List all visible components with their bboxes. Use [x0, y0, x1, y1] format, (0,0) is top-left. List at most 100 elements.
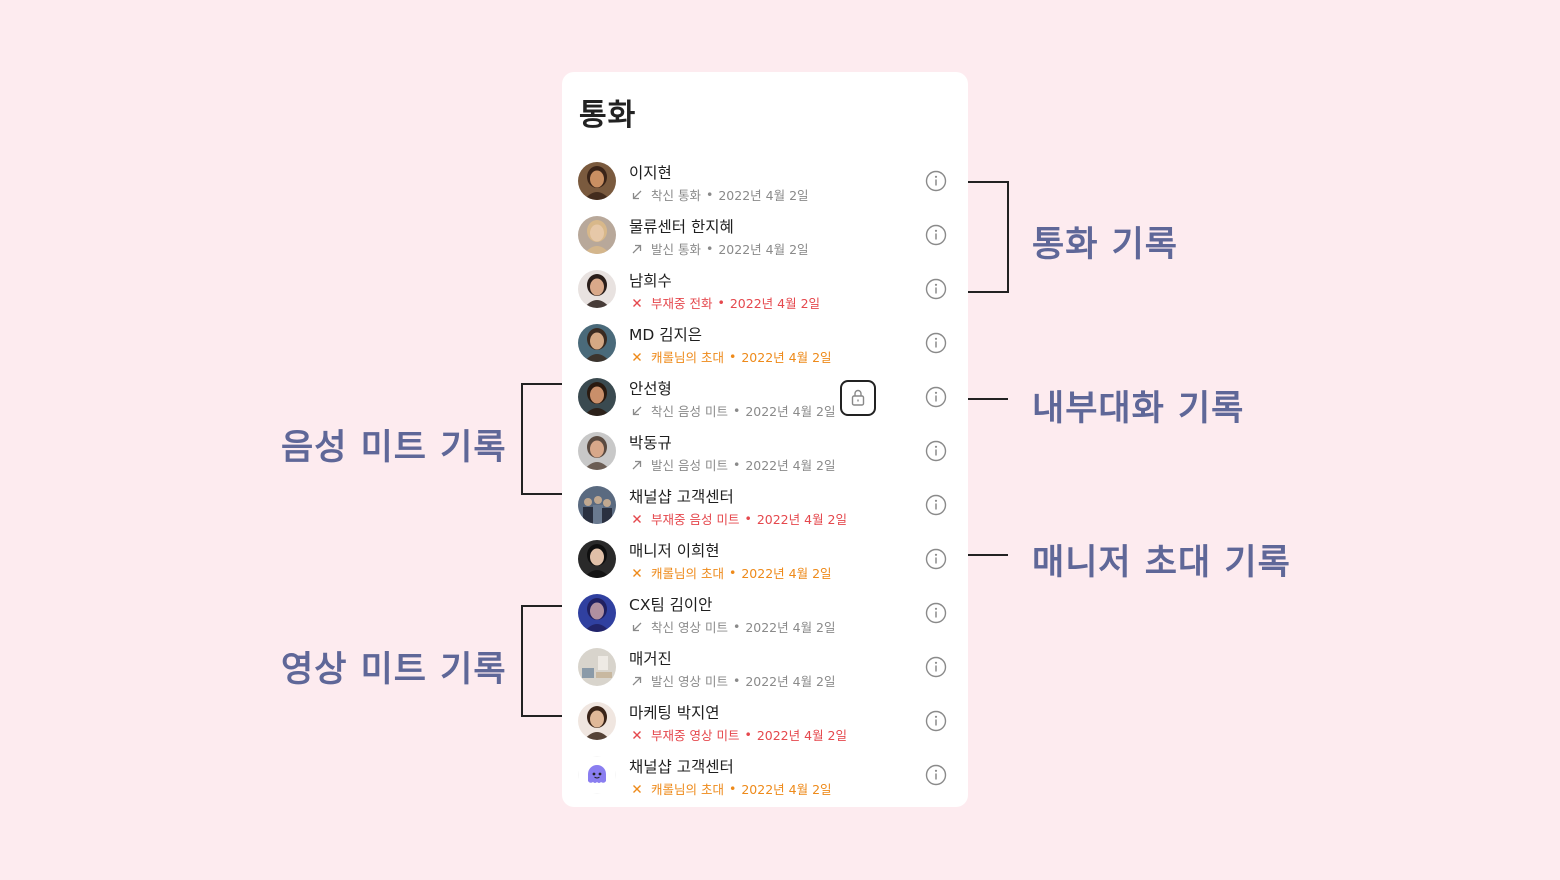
video-meet-bracket [521, 605, 562, 717]
avatar [578, 702, 616, 740]
voice-meet-bracket [521, 383, 562, 495]
arrow-down-left-icon [632, 406, 642, 415]
call-type: 착신 음성 미트 [651, 404, 728, 419]
call-date: 2022년 4월 2일 [745, 404, 836, 419]
info-icon[interactable] [925, 764, 947, 786]
call-meta: 캐롤님의 초대 • 2022년 4월 2일 [631, 347, 832, 366]
video-meet-annotation: 영상 미트 기록 [281, 650, 507, 690]
separator-dot: • [728, 349, 737, 364]
separator-dot: • [744, 727, 752, 742]
x-icon [633, 352, 641, 361]
call-type: 착신 영상 미트 [651, 620, 728, 635]
call-meta: 캐롤님의 초대 • 2022년 4월 2일 [631, 779, 832, 798]
call-meta: 발신 통화 • 2022년 4월 2일 [631, 239, 809, 258]
call-row[interactable]: 마케팅 박지연 부재중 영상 미트 • 2022년 4월 2일 [562, 694, 968, 748]
separator-dot: • [732, 457, 741, 472]
info-icon[interactable] [925, 278, 947, 300]
call-row[interactable]: 물류센터 한지혜 발신 통화 • 2022년 4월 2일 [562, 208, 968, 262]
calls-panel: 통화 이지현 착신 통화 • 2022년 4월 2일 물류센터 한지혜 발신 통… [562, 72, 968, 807]
call-row[interactable]: MD 김지은 캐롤님의 초대 • 2022년 4월 2일 [562, 316, 968, 370]
call-log-annotation: 통화 기록 [1032, 225, 1178, 265]
call-row[interactable]: 남희수 부재중 전화 • 2022년 4월 2일 [562, 262, 968, 316]
caller-name: 채널샵 고객센터 [629, 758, 734, 776]
info-icon[interactable] [925, 170, 947, 192]
separator-dot: • [728, 565, 737, 580]
separator-dot: • [732, 673, 741, 688]
avatar [578, 216, 616, 254]
call-type: 캐롤님의 초대 [651, 566, 724, 581]
arrow-up-right-icon [632, 244, 642, 253]
x-icon [633, 298, 641, 307]
call-type: 캐롤님의 초대 [651, 350, 724, 365]
info-icon[interactable] [925, 548, 947, 570]
info-icon[interactable] [925, 710, 947, 732]
separator-dot: • [732, 619, 741, 634]
call-date: 2022년 4월 2일 [729, 296, 821, 311]
info-icon[interactable] [925, 386, 947, 408]
call-meta: 착신 영상 미트 • 2022년 4월 2일 [631, 617, 836, 636]
arrow-up-right-icon [632, 460, 642, 469]
separator-dot: • [705, 187, 714, 202]
call-type: 발신 통화 [651, 242, 701, 257]
call-row[interactable]: 안선형 착신 음성 미트 • 2022년 4월 2일 [562, 370, 968, 424]
call-meta: 부재중 전화 • 2022년 4월 2일 [631, 293, 820, 312]
call-row[interactable]: 매거진 발신 영상 미트 • 2022년 4월 2일 [562, 640, 968, 694]
info-icon[interactable] [925, 224, 947, 246]
call-date: 2022년 4월 2일 [741, 350, 832, 365]
call-row[interactable]: 채널샵 고객센터 캐롤님의 초대 • 2022년 4월 2일 [562, 748, 968, 802]
avatar [578, 432, 616, 470]
avatar [578, 648, 616, 686]
call-date: 2022년 4월 2일 [745, 674, 836, 689]
call-row[interactable]: 매니저 이희현 캐롤님의 초대 • 2022년 4월 2일 [562, 532, 968, 586]
call-type: 착신 통화 [651, 188, 701, 203]
call-meta: 착신 음성 미트 • 2022년 4월 2일 [631, 401, 836, 420]
arrow-down-left-icon [632, 190, 642, 199]
voice-meet-annotation: 음성 미트 기록 [281, 428, 507, 468]
caller-name: 남희수 [629, 272, 672, 290]
call-row[interactable]: CX팀 김이안 착신 영상 미트 • 2022년 4월 2일 [562, 586, 968, 640]
avatar [578, 756, 616, 794]
separator-dot: • [705, 241, 714, 256]
info-icon[interactable] [925, 440, 947, 462]
call-meta: 캐롤님의 초대 • 2022년 4월 2일 [631, 563, 832, 582]
call-date: 2022년 4월 2일 [741, 782, 832, 797]
call-date: 2022년 4월 2일 [756, 512, 847, 527]
avatar [578, 594, 616, 632]
call-row[interactable]: 박동규 발신 음성 미트 • 2022년 4월 2일 [562, 424, 968, 478]
caller-name: 매니저 이희현 [629, 542, 720, 560]
call-meta: 발신 음성 미트 • 2022년 4월 2일 [631, 455, 836, 474]
call-meta: 착신 통화 • 2022년 4월 2일 [631, 185, 809, 204]
call-row[interactable]: 채널샵 고객센터 부재중 음성 미트 • 2022년 4월 2일 [562, 478, 968, 532]
call-date: 2022년 4월 2일 [718, 242, 809, 257]
caller-name: MD 김지은 [629, 326, 703, 344]
call-meta: 발신 영상 미트 • 2022년 4월 2일 [631, 671, 836, 690]
call-row[interactable]: 이지현 착신 통화 • 2022년 4월 2일 [562, 154, 968, 208]
caller-name: 안선형 [629, 380, 672, 398]
internal-chat-connector [968, 398, 1008, 400]
call-type: 발신 영상 미트 [651, 674, 728, 689]
arrow-up-right-icon [632, 676, 642, 685]
separator-dot: • [717, 295, 725, 310]
caller-name: 채널샵 고객센터 [629, 488, 734, 506]
x-icon [633, 514, 641, 523]
avatar [578, 540, 616, 578]
call-date: 2022년 4월 2일 [756, 728, 847, 743]
caller-name: 물류센터 한지혜 [629, 218, 734, 236]
x-icon [633, 784, 641, 793]
call-date: 2022년 4월 2일 [745, 620, 836, 635]
manager-invite-connector [968, 554, 1008, 556]
separator-dot: • [732, 403, 741, 418]
avatar [578, 162, 616, 200]
manager-invite-annotation: 매니저 초대 기록 [1032, 543, 1291, 583]
separator-dot: • [728, 781, 737, 796]
x-icon [633, 730, 641, 739]
avatar [578, 324, 616, 362]
info-icon[interactable] [925, 332, 947, 354]
info-icon[interactable] [925, 602, 947, 624]
call-date: 2022년 4월 2일 [745, 458, 836, 473]
call-date: 2022년 4월 2일 [718, 188, 809, 203]
info-icon[interactable] [925, 656, 947, 678]
caller-name: 이지현 [629, 164, 672, 182]
info-icon[interactable] [925, 494, 947, 516]
caller-name: CX팀 김이안 [629, 596, 713, 614]
